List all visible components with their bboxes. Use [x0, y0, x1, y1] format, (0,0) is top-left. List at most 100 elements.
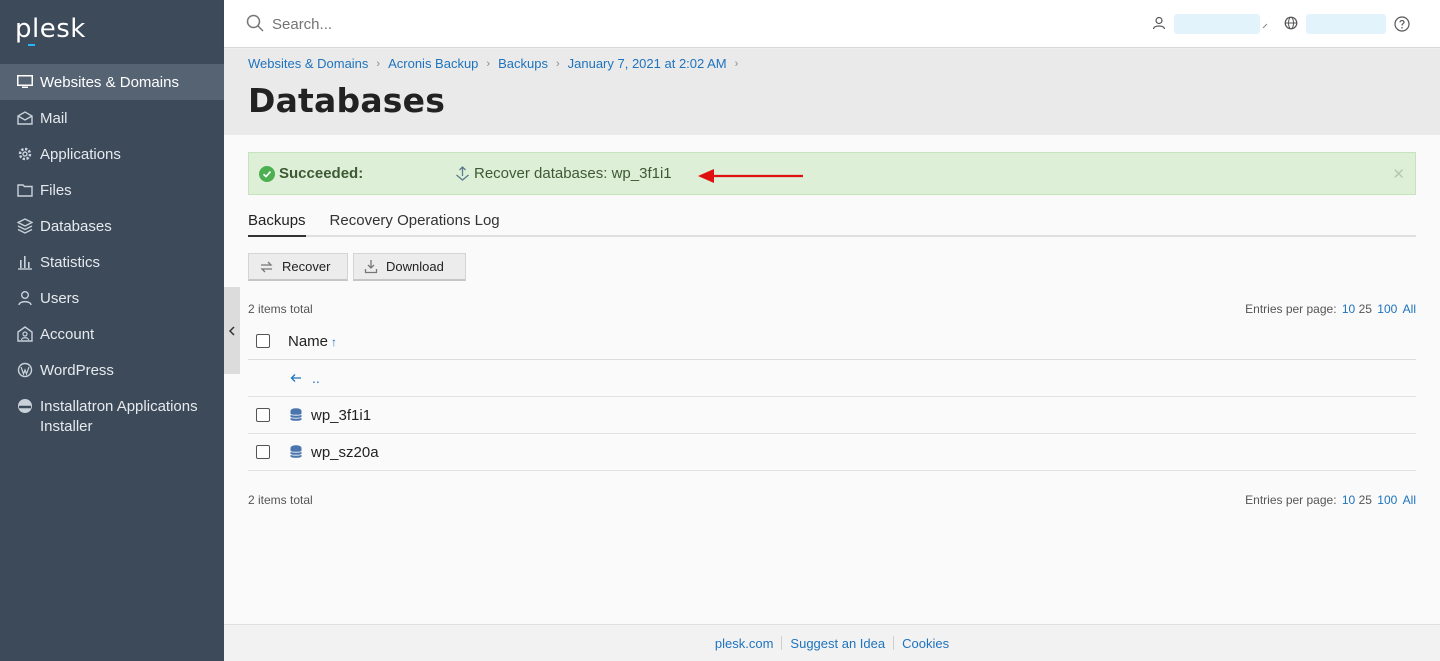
- logo-accent: [28, 44, 35, 46]
- database-layers-icon: [16, 217, 34, 235]
- breadcrumb-link-backups[interactable]: Backups: [498, 56, 548, 71]
- parent-directory-link[interactable]: ..: [290, 370, 320, 386]
- recover-arrows-icon: [259, 260, 274, 274]
- alert-message: Recover databases: wp_3f1i1: [455, 165, 672, 182]
- page-size-100[interactable]: 100: [1377, 302, 1397, 316]
- breadcrumb-link-acronis-backup[interactable]: Acronis Backup: [388, 56, 478, 71]
- installatron-icon: [16, 397, 34, 415]
- monitor-icon: [16, 73, 34, 91]
- sidebar-item-label: Applications: [40, 146, 121, 163]
- sidebar-item-wordpress[interactable]: WordPress: [0, 352, 224, 388]
- download-button[interactable]: Download: [353, 253, 466, 281]
- sidebar-item-statistics[interactable]: Statistics: [0, 244, 224, 280]
- page-size-25: 25: [1358, 302, 1372, 316]
- gear-icon: [16, 145, 34, 163]
- user-menu[interactable]: [1152, 14, 1268, 34]
- wordpress-icon: [16, 361, 34, 379]
- entries-per-page-bottom: Entries per page: 10 25 100 All: [1245, 493, 1416, 507]
- entries-per-page-label: Entries per page:: [1245, 302, 1337, 316]
- page-size-10[interactable]: 10: [1342, 302, 1355, 316]
- row-checkbox[interactable]: [256, 445, 270, 459]
- sidebar-item-files[interactable]: Files: [0, 172, 224, 208]
- row-checkbox[interactable]: [256, 408, 270, 422]
- chevron-right-icon: ›: [376, 57, 381, 70]
- footer: plesk.com Suggest an Idea Cookies: [224, 624, 1440, 661]
- alert-message-text: Recover databases: wp_3f1i1: [474, 165, 672, 182]
- subscription-redacted: [1306, 14, 1386, 34]
- breadcrumb-link-backup-date[interactable]: January 7, 2021 at 2:02 AM: [568, 56, 727, 71]
- chevron-left-icon: [228, 323, 236, 339]
- page-size-25: 25: [1358, 493, 1372, 507]
- page-size-all[interactable]: All: [1403, 302, 1416, 316]
- sidebar-item-applications[interactable]: Applications: [0, 136, 224, 172]
- sidebar-item-mail[interactable]: Mail: [0, 100, 224, 136]
- search-icon: [246, 14, 264, 35]
- chevron-down-icon: [1262, 17, 1268, 32]
- sidebar-item-label: Databases: [40, 218, 112, 235]
- sidebar-item-label: Websites & Domains: [40, 74, 179, 91]
- sidebar-item-label: WordPress: [40, 362, 114, 379]
- success-alert: Succeeded: Recover databases: wp_3f1i1 ✕: [248, 152, 1416, 195]
- help-button[interactable]: [1394, 16, 1410, 35]
- chevron-right-icon: ›: [486, 57, 491, 70]
- recover-button-label: Recover: [282, 259, 331, 274]
- close-icon[interactable]: ✕: [1392, 165, 1405, 183]
- tab-backups[interactable]: Backups: [248, 209, 306, 237]
- table-row: wp_sz20a: [248, 434, 1416, 471]
- top-bar: [224, 0, 1440, 48]
- sidebar-item-label: Account: [40, 326, 95, 343]
- sidebar-item-websites-domains[interactable]: Websites & Domains: [0, 64, 224, 100]
- databases-table: Name ↑ .. wp_3f1i1 wp_sz20a: [248, 323, 1416, 471]
- column-header-name[interactable]: Name ↑: [288, 333, 337, 350]
- sidebar: plesk Websites & Domains Mail Applicatio…: [0, 0, 224, 661]
- search-input[interactable]: [272, 16, 572, 33]
- entries-per-page-top: Entries per page: 10 25 100 All: [1245, 302, 1416, 316]
- page-size-all[interactable]: All: [1403, 493, 1416, 507]
- bar-chart-icon: [16, 253, 34, 271]
- user-icon: [16, 289, 34, 307]
- database-name: wp_sz20a: [311, 443, 379, 461]
- check-circle-icon: [259, 166, 275, 182]
- sidebar-item-account[interactable]: Account: [0, 316, 224, 352]
- sidebar-item-label: Installatron Applications Installer: [40, 398, 198, 435]
- sidebar-item-users[interactable]: Users: [0, 280, 224, 316]
- globe-icon: [1284, 16, 1298, 33]
- mail-icon: [16, 109, 34, 127]
- recover-button[interactable]: Recover: [248, 253, 348, 281]
- folder-icon: [16, 181, 34, 199]
- table-row: wp_3f1i1: [248, 397, 1416, 434]
- sidebar-item-databases[interactable]: Databases: [0, 208, 224, 244]
- username-redacted: [1174, 14, 1260, 34]
- plesk-logo[interactable]: plesk: [0, 0, 224, 64]
- download-icon: [364, 259, 378, 274]
- sidebar-item-label: Statistics: [40, 254, 101, 271]
- breadcrumb-link-websites-domains[interactable]: Websites & Domains: [248, 56, 368, 71]
- table-row-parent: ..: [248, 360, 1416, 397]
- footer-link-plesk[interactable]: plesk.com: [707, 636, 782, 651]
- footer-link-cookies[interactable]: Cookies: [894, 636, 957, 651]
- sidebar-collapse-toggle[interactable]: [224, 287, 240, 374]
- user-icon: [1152, 16, 1166, 33]
- select-all-checkbox[interactable]: [256, 334, 270, 348]
- items-total-top: 2 items total: [248, 302, 313, 316]
- tabs: Backups Recovery Operations Log: [248, 209, 1416, 237]
- page-size-100[interactable]: 100: [1377, 493, 1397, 507]
- page-size-10[interactable]: 10: [1342, 493, 1355, 507]
- sidebar-item-label: Users: [40, 290, 80, 307]
- chevron-right-icon: ›: [555, 57, 560, 70]
- download-button-label: Download: [386, 259, 444, 274]
- sort-ascending-icon: ↑: [331, 334, 338, 349]
- subscription-menu[interactable]: [1284, 14, 1386, 34]
- arrow-left-icon: [290, 373, 302, 383]
- recover-icon: [455, 166, 470, 181]
- account-icon: [16, 325, 34, 343]
- items-total-bottom: 2 items total: [248, 493, 313, 507]
- database-icon: [290, 408, 302, 425]
- sidebar-item-installatron[interactable]: Installatron Applications Installer: [0, 388, 224, 446]
- database-icon: [290, 445, 302, 462]
- footer-link-suggest-idea[interactable]: Suggest an Idea: [782, 636, 893, 651]
- breadcrumb: Websites & Domains › Acronis Backup › Ba…: [248, 56, 746, 71]
- tab-recovery-operations-log[interactable]: Recovery Operations Log: [330, 209, 500, 237]
- sidebar-item-label: Files: [40, 182, 72, 199]
- page-title: Databases: [248, 81, 446, 120]
